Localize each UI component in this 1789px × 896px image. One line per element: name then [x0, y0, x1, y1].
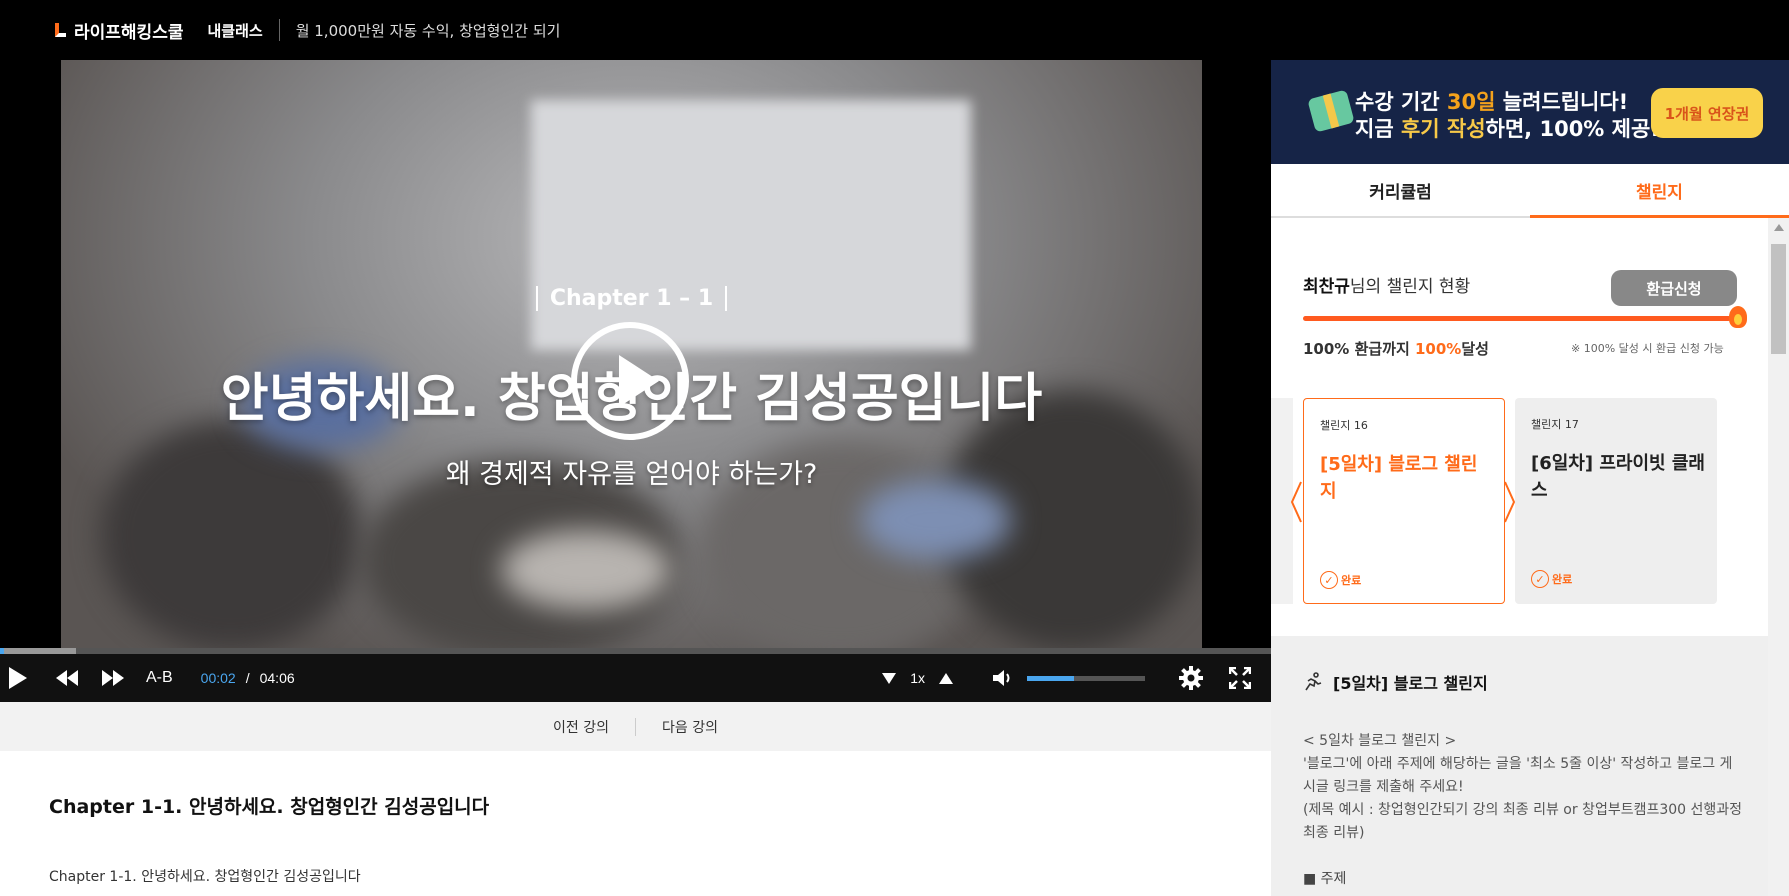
- next-lecture-link[interactable]: 다음 강의: [662, 717, 718, 737]
- challenge-detail-body: < 5일차 블로그 챌린지 > '블로그'에 아래 주제에 해당하는 글을 '최…: [1303, 730, 1743, 845]
- running-person-icon: [1305, 672, 1322, 691]
- projector-screen-image: [531, 100, 971, 350]
- promo-banner[interactable]: 수강 기간 30일 늘려드립니다! 지금 후기 작성하면, 100% 제공! 1…: [1271, 60, 1789, 164]
- play-button[interactable]: [6, 666, 30, 690]
- logo-text: 라이프해킹스쿨: [74, 22, 184, 43]
- refund-note: ※ 100% 달성 시 환급 신청 가능: [1571, 342, 1724, 355]
- challenge-card[interactable]: 챌린지 17 [6일차] 프라이빗 클래스 ✓ 완료: [1515, 398, 1717, 604]
- sidebar-tabs: 커리큘럼 챌린지: [1271, 164, 1789, 218]
- detail-line: < 5일차 블로그 챌린지 >: [1303, 733, 1457, 749]
- sidebar-scrollbar[interactable]: [1768, 218, 1789, 896]
- challenge-detail-title: [5일차] 블로그 챌린지: [1303, 670, 1488, 694]
- banner-line-1: 수강 기간 30일 늘려드립니다!: [1355, 90, 1629, 114]
- video-frame[interactable]: Chapter 1 – 1 안녕하세요. 창업형인간 김성공입니다 왜 경제적 …: [61, 60, 1202, 650]
- detail-topic-heading: ■ 주제: [1303, 871, 1347, 887]
- nav-divider: [278, 19, 280, 41]
- challenge-progress-bar: [1303, 316, 1731, 321]
- check-circle-icon: ✓: [1320, 571, 1338, 589]
- play-icon: [9, 667, 27, 689]
- ab-repeat-button[interactable]: A-B: [146, 669, 173, 687]
- check-circle-icon: ✓: [1531, 570, 1549, 588]
- banner-line-2: 지금 후기 작성하면, 100% 제공!: [1355, 117, 1660, 141]
- challenge-status-card: 최찬규님의 챌린지 현황 환급신청 100% 환급까지 100%달성 ※ 100…: [1271, 218, 1768, 636]
- fullscreen-icon: [1229, 667, 1251, 689]
- speed-up-icon[interactable]: [939, 672, 953, 684]
- volume-button[interactable]: [993, 668, 1013, 688]
- tab-curriculum[interactable]: 커리큘럼: [1271, 164, 1530, 216]
- laptop-blur-3: [501, 530, 671, 610]
- top-bar: 라이프해킹스쿨 내클래스 월 1,000만원 자동 수익, 창업형인간 되기: [0, 0, 1789, 60]
- challenge-title: [6일차] 프라이빗 클래스: [1531, 453, 1705, 501]
- logo[interactable]: 라이프해킹스쿨: [55, 18, 183, 43]
- settings-button[interactable]: [1179, 666, 1203, 690]
- my-class-link[interactable]: 내클래스: [207, 20, 262, 41]
- chapter-label: Chapter 1 – 1: [61, 286, 1202, 311]
- time-separator: /: [245, 670, 250, 686]
- sidebar: 수강 기간 30일 늘려드립니다! 지금 후기 작성하면, 100% 제공! 1…: [1271, 60, 1789, 896]
- course-title: 월 1,000만원 자동 수익, 창업형인간 되기: [295, 21, 561, 40]
- lecture-description: Chapter 1-1. 안녕하세요. 창업형인간 김성공입니다: [49, 869, 361, 885]
- laptop-blur-2: [861, 480, 1011, 560]
- challenge-title: [5일차] 블로그 챌린지: [1320, 454, 1478, 502]
- playback-speed[interactable]: 1x: [910, 670, 925, 686]
- speed-down-icon[interactable]: [882, 672, 897, 684]
- lecture-nav-divider: [635, 717, 636, 736]
- video-subtitle: 왜 경제적 자유를 얻어야 하는가?: [445, 459, 818, 490]
- rewind-button[interactable]: [54, 670, 80, 686]
- fast-forward-button[interactable]: [100, 670, 126, 686]
- challenge-status: ✓ 완료: [1531, 570, 1572, 588]
- refund-request-button[interactable]: 환급신청: [1611, 270, 1737, 306]
- lecture-navigation: 이전 강의 다음 강의: [0, 702, 1271, 751]
- lecture-heading: Chapter 1-1. 안녕하세요. 창업형인간 김성공입니다: [49, 796, 490, 818]
- extend-voucher-button[interactable]: 1개월 연장권: [1651, 88, 1763, 138]
- rewind-icon: [56, 670, 78, 686]
- refund-goal-text: 100% 환급까지 100%달성: [1303, 340, 1489, 358]
- fire-icon: [1729, 306, 1747, 328]
- current-time: 00:02: [200, 670, 236, 686]
- scrollbar-thumb[interactable]: [1771, 244, 1786, 354]
- tab-challenge[interactable]: 챌린지: [1530, 164, 1789, 218]
- big-play-icon[interactable]: [571, 322, 689, 440]
- challenge-number: 챌린지 17: [1531, 418, 1579, 431]
- detail-line: '블로그'에 아래 주제에 해당하는 글을 '최소 5줄 이상' 작성하고 블로…: [1303, 756, 1733, 795]
- logo-mark-icon: [55, 23, 66, 37]
- gear-icon: [1179, 666, 1203, 690]
- challenge-panel: 최찬규님의 챌린지 현황 환급신청 100% 환급까지 100%달성 ※ 100…: [1271, 218, 1768, 896]
- chevron-left-icon[interactable]: [1289, 480, 1303, 524]
- volume-icon: [993, 670, 1010, 686]
- prev-lecture-link[interactable]: 이전 강의: [553, 717, 609, 737]
- challenge-card[interactable]: 챌린지 16 [5일차] 블로그 챌린지 ✓ 완료: [1303, 398, 1505, 604]
- fast-forward-icon: [102, 670, 124, 686]
- user-challenge-status: 최찬규님의 챌린지 현황: [1303, 277, 1471, 297]
- challenge-progress-fill: [1303, 316, 1731, 321]
- gift-icon: [1307, 89, 1355, 133]
- player-controls: A-B 00:02 / 04:06 1x: [0, 654, 1271, 702]
- total-time: 04:06: [259, 670, 295, 686]
- challenge-number: 챌린지 16: [1320, 419, 1368, 432]
- volume-slider[interactable]: [1027, 675, 1145, 681]
- detail-line: (제목 예시 : 창업형인간되기 강의 최종 리뷰 or 창업부트캠프300 선…: [1303, 802, 1743, 841]
- fullscreen-button[interactable]: [1229, 667, 1251, 689]
- challenge-status: ✓ 완료: [1320, 571, 1361, 589]
- volume-level: [1027, 675, 1075, 681]
- video-player[interactable]: Chapter 1 – 1 안녕하세요. 창업형인간 김성공입니다 왜 경제적 …: [0, 60, 1271, 702]
- scroll-up-icon[interactable]: [1774, 224, 1784, 231]
